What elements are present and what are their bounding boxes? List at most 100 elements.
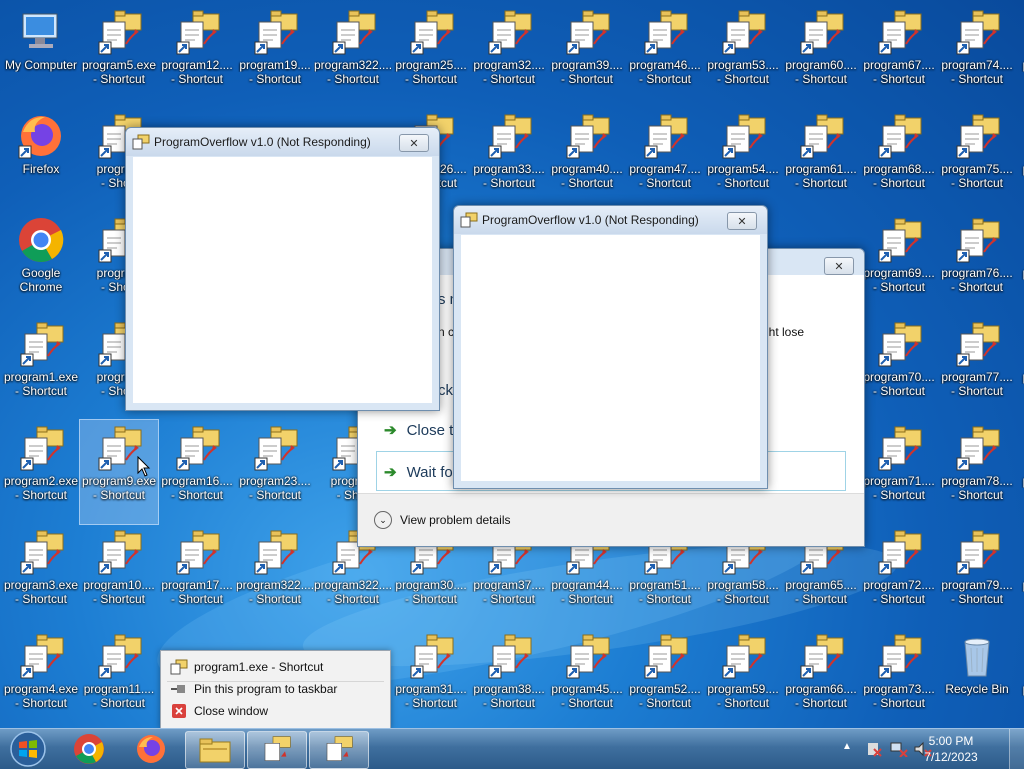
desktop-icon[interactable]: program68.... - Shortcut	[860, 108, 938, 212]
desktop-icon[interactable]: program23.... - Shortcut	[236, 420, 314, 524]
desktop-icon[interactable]: program2.exe - Shortcut	[2, 420, 80, 524]
desktop-icon[interactable]: program77.... - Shortcut	[938, 316, 1016, 420]
desktop-icon[interactable]: program73.... - Shortcut	[860, 628, 938, 732]
desktop-icon-label: program61....	[785, 162, 857, 176]
desktop-icon[interactable]: program3.exe - Shortcut	[2, 524, 80, 628]
desktop-icon[interactable]: program72.... - Shortcut	[860, 524, 938, 628]
taskbar-jump-list[interactable]: program1.exe - Shortcut Pin this program…	[160, 650, 391, 729]
desktop-icon-sublabel: - Shortcut	[92, 488, 146, 502]
desktop-icon[interactable]: program60.... - Shortcut	[782, 4, 860, 108]
desktop-icon[interactable]: program11.... - Shortcut	[80, 628, 158, 732]
taskbar-program-window-1[interactable]	[247, 731, 307, 769]
desktop-icon[interactable]: program25.... - Shortcut	[392, 4, 470, 108]
desktop-icon[interactable]: program53.... - Shortcut	[704, 4, 782, 108]
view-problem-details-label: View problem details	[400, 513, 511, 527]
desktop-icon[interactable]: p	[1016, 628, 1024, 732]
desktop-icon[interactable]: p	[1016, 108, 1024, 212]
desktop-icon-sublabel: - Shortcut	[872, 176, 926, 190]
network-icon[interactable]	[890, 741, 908, 758]
desktop-icon[interactable]: program46.... - Shortcut	[626, 4, 704, 108]
close-window-icon	[170, 703, 188, 719]
jump-list-program-item[interactable]: program1.exe - Shortcut	[161, 656, 390, 678]
desktop-icon[interactable]: program67.... - Shortcut	[860, 4, 938, 108]
desktop-icon[interactable]: program52.... - Shortcut	[626, 628, 704, 732]
window-2-titlebar[interactable]: ProgramOverflow v1.0 (Not Responding)	[454, 206, 767, 234]
desktop-icon[interactable]: program19.... - Shortcut	[236, 4, 314, 108]
desktop-icon[interactable]: program33.... - Shortcut	[470, 108, 548, 212]
desktop-icon[interactable]: program45.... - Shortcut	[548, 628, 626, 732]
recycle-icon	[938, 632, 1016, 680]
desktop-icon[interactable]: program59.... - Shortcut	[704, 628, 782, 732]
window-1-titlebar[interactable]: ProgramOverflow v1.0 (Not Responding)	[126, 128, 439, 156]
wait-label: Wait fo	[406, 463, 453, 481]
desktop-icon[interactable]: p	[1016, 212, 1024, 316]
taskbar-chrome-button[interactable]	[60, 731, 118, 767]
shortcut-icon	[158, 528, 236, 576]
desktop-icon[interactable]: program69.... - Shortcut	[860, 212, 938, 316]
desktop-icon[interactable]: Firefox	[2, 108, 80, 212]
partial-icon	[1016, 420, 1024, 474]
desktop-icon[interactable]: program61.... - Shortcut	[782, 108, 860, 212]
desktop-icon[interactable]: program4.exe - Shortcut	[2, 628, 80, 732]
shortcut-icon	[938, 112, 1016, 160]
view-problem-details[interactable]: ⌄ View problem details	[374, 511, 511, 529]
desktop-icon[interactable]: program39.... - Shortcut	[548, 4, 626, 108]
desktop-icon[interactable]: p	[1016, 524, 1024, 628]
desktop-icon-sublabel: - Shortcut	[950, 280, 1004, 294]
desktop-icon[interactable]: program38.... - Shortcut	[470, 628, 548, 732]
action-center-icon[interactable]	[866, 741, 882, 757]
taskbar-program-window-2[interactable]	[309, 731, 369, 769]
desktop-icon[interactable]: program79.... - Shortcut	[938, 524, 1016, 628]
wait-option[interactable]: ➔ Wait fo	[384, 463, 453, 482]
desktop-icon[interactable]: p	[1016, 4, 1024, 108]
chevron-down-icon: ⌄	[374, 511, 392, 529]
desktop-icon[interactable]: p	[1016, 316, 1024, 420]
desktop-icon[interactable]: program31.... - Shortcut	[392, 628, 470, 732]
close-window-item[interactable]: Close window	[161, 700, 390, 722]
desktop-icon[interactable]: program40.... - Shortcut	[548, 108, 626, 212]
clock[interactable]: 5:00 PM 7/12/2023	[916, 733, 986, 765]
desktop-icon[interactable]: program76.... - Shortcut	[938, 212, 1016, 316]
desktop-icon[interactable]: program75.... - Shortcut	[938, 108, 1016, 212]
desktop-icon[interactable]: p	[1016, 420, 1024, 524]
firefox-icon	[2, 112, 80, 160]
taskbar-explorer-button[interactable]	[185, 731, 245, 769]
close-program-option[interactable]: ➔ Close t	[384, 421, 453, 440]
desktop-icon[interactable]: program71.... - Shortcut	[860, 420, 938, 524]
window-1-close-button[interactable]: ✕	[399, 134, 429, 152]
desktop-icon[interactable]: program54.... - Shortcut	[704, 108, 782, 212]
shortcut-icon	[860, 216, 938, 264]
desktop-icon[interactable]: program1.exe - Shortcut	[2, 316, 80, 420]
desktop-icon[interactable]: program32.... - Shortcut	[470, 4, 548, 108]
desktop-icon[interactable]: program12.... - Shortcut	[158, 4, 236, 108]
desktop-icon[interactable]: program74.... - Shortcut	[938, 4, 1016, 108]
program-overflow-window-1[interactable]: ProgramOverflow v1.0 (Not Responding) ✕	[125, 127, 440, 411]
desktop-icon[interactable]: program66.... - Shortcut	[782, 628, 860, 732]
desktop-icon[interactable]: program322.... - Shortcut	[236, 524, 314, 628]
desktop-icon-label: program39....	[551, 58, 623, 72]
dialog-close-button[interactable]: ✕	[824, 257, 854, 275]
desktop-icon-label: p	[1016, 578, 1024, 592]
desktop-icon[interactable]: program5.exe - Shortcut	[80, 4, 158, 108]
desktop-icon-sublabel: - Shortcut	[14, 592, 68, 606]
desktop-icon[interactable]: Recycle Bin	[938, 628, 1016, 732]
desktop-icon-label: p	[1016, 58, 1024, 72]
start-button[interactable]	[0, 731, 56, 767]
desktop-icon[interactable]: program78.... - Shortcut	[938, 420, 1016, 524]
desktop-icon[interactable]: program47.... - Shortcut	[626, 108, 704, 212]
desktop-icon-label: program72....	[863, 578, 935, 592]
pin-to-taskbar-item[interactable]: Pin this program to taskbar	[161, 678, 390, 700]
desktop-icon[interactable]: My Computer	[2, 4, 80, 108]
desktop-icon[interactable]: program10.... - Shortcut	[80, 524, 158, 628]
desktop-icon[interactable]: program16.... - Shortcut	[158, 420, 236, 524]
desktop-icon[interactable]: program70.... - Shortcut	[860, 316, 938, 420]
show-desktop-button[interactable]	[1009, 729, 1024, 769]
show-hidden-icons-arrow[interactable]: ▲	[842, 741, 852, 752]
desktop-icon[interactable]: Google Chrome	[2, 212, 80, 316]
desktop-icon[interactable]: program17.... - Shortcut	[158, 524, 236, 628]
desktop-icon-sublabel: - Shortcut	[638, 696, 692, 710]
taskbar-firefox-button[interactable]	[122, 731, 180, 767]
window-2-close-button[interactable]: ✕	[727, 212, 757, 230]
program-overflow-window-2[interactable]: ProgramOverflow v1.0 (Not Responding) ✕	[453, 205, 768, 489]
desktop-icon[interactable]: program322.... - Shortcut	[314, 4, 392, 108]
